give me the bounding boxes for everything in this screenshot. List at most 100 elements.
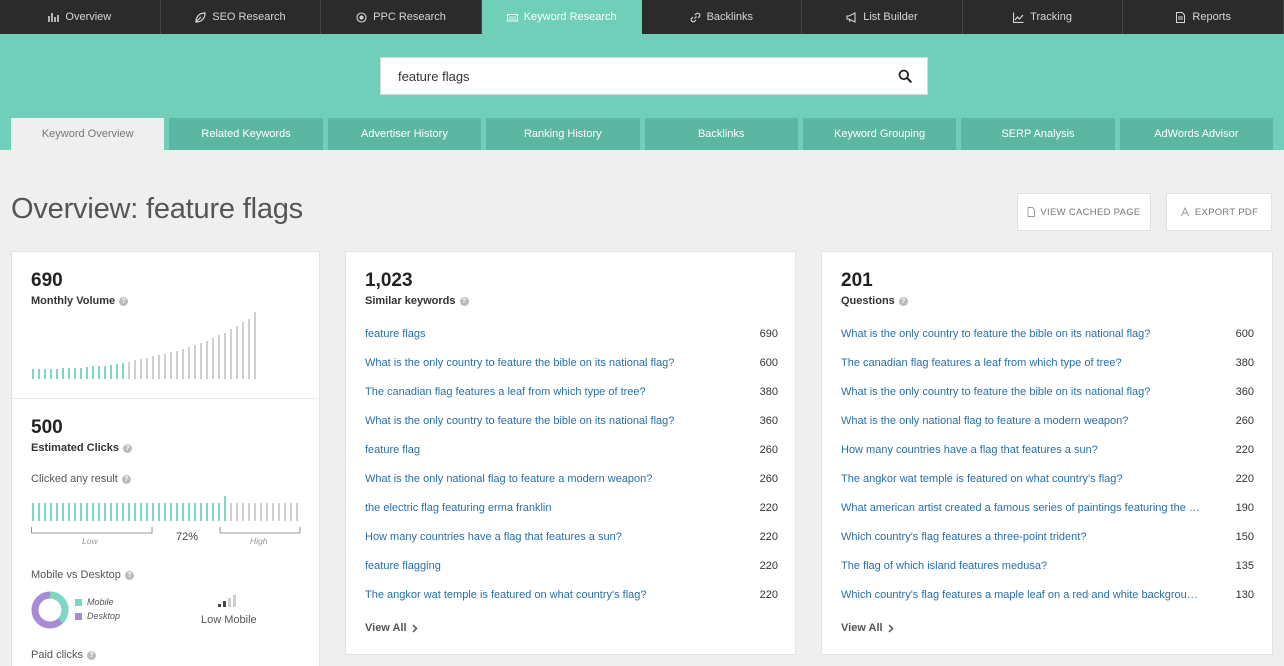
keyword-link[interactable]: the electric flag featuring erma frankli… <box>365 502 551 514</box>
keyword-link[interactable]: What american artist created a famous se… <box>841 502 1201 514</box>
nav-item-backlinks[interactable]: Backlinks <box>642 0 803 34</box>
nav-item-overview[interactable]: Overview <box>0 0 161 34</box>
nav-item-reports[interactable]: Reports <box>1123 0 1284 34</box>
tab-adwords-advisor[interactable]: AdWords Advisor <box>1119 118 1273 150</box>
keyword-link[interactable]: The flag of which island features medusa… <box>841 560 1047 572</box>
nav-item-tracking[interactable]: Tracking <box>963 0 1124 34</box>
tab-advertiser-history[interactable]: Advertiser History <box>327 118 482 150</box>
help-icon[interactable]: ? <box>86 650 96 660</box>
questions-count: 201 <box>841 270 873 291</box>
volume-bar <box>74 368 76 379</box>
tab-backlinks[interactable]: Backlinks <box>644 118 798 150</box>
view-all-label: View All <box>365 622 407 634</box>
volume-bar <box>158 355 160 379</box>
volume-bar <box>146 358 148 379</box>
keyword-link[interactable]: Which country's flag features a three-po… <box>841 531 1086 543</box>
volume-bar <box>242 322 244 379</box>
search-input[interactable] <box>381 58 883 94</box>
questions-heading: Questions ? <box>841 295 908 307</box>
view-cached-page-button[interactable]: VIEW CACHED PAGE <box>1017 193 1151 231</box>
keyword-link[interactable]: What is the only country to feature the … <box>365 357 674 369</box>
keyword-link[interactable]: feature flag <box>365 444 420 456</box>
monthly-volume-bars <box>32 312 260 379</box>
export-pdf-label: EXPORT PDF <box>1194 206 1259 218</box>
tab-serp-analysis[interactable]: SERP Analysis <box>961 118 1115 150</box>
export-pdf-button[interactable]: EXPORT PDF <box>1166 193 1272 231</box>
keyword-volume: 360 <box>759 414 778 427</box>
list-item: What is the only national flag to featur… <box>841 406 1254 435</box>
low-mobile-label: Low Mobile <box>201 614 257 626</box>
keyword-link[interactable]: The canadian flag features a leaf from w… <box>365 386 646 398</box>
keyword-link[interactable]: feature flags <box>365 328 426 340</box>
help-icon[interactable]: ? <box>119 296 129 306</box>
questions-card: 201 Questions ? What is the only country… <box>821 251 1273 655</box>
questions-header: 201 Questions ? <box>841 270 908 307</box>
volume-bar <box>206 341 208 379</box>
keyword-volume: 690 <box>759 327 778 340</box>
link-icon <box>690 12 701 23</box>
keyword-link[interactable]: feature flagging <box>365 560 441 572</box>
page-title: Overview: feature flags <box>11 193 303 225</box>
click-bar <box>80 503 82 521</box>
keyword-link[interactable]: What is the only national flag to featur… <box>841 415 1128 427</box>
legend-mobile-swatch <box>75 598 82 606</box>
similar-keywords-label: Similar keywords <box>365 295 456 307</box>
keyword-link[interactable]: What is the only country to feature the … <box>365 415 674 427</box>
keyword-volume: 220 <box>1235 472 1254 485</box>
search-button[interactable] <box>883 58 927 94</box>
volume-bar <box>56 369 58 379</box>
line-chart-icon <box>1013 12 1024 23</box>
questions-view-all-link[interactable]: View All <box>841 622 894 634</box>
similar-view-all-link[interactable]: View All <box>365 622 418 634</box>
keyword-link[interactable]: How many countries have a flag that feat… <box>365 531 622 543</box>
keyword-link[interactable]: The angkor wat temple is featured on wha… <box>365 589 647 601</box>
megaphone-icon <box>846 11 857 23</box>
volume-bar <box>164 354 166 379</box>
help-icon[interactable]: ? <box>898 296 908 306</box>
nav-item-label: Tracking <box>1030 11 1072 23</box>
help-icon[interactable]: ? <box>124 570 134 580</box>
tab-ranking-history[interactable]: Ranking History <box>486 118 640 150</box>
click-bar <box>284 503 286 521</box>
list-item: The canadian flag features a leaf from w… <box>365 377 778 406</box>
legend-desktop-label: Desktop <box>87 611 121 621</box>
keyword-volume: 260 <box>759 472 778 485</box>
legend-mobile: Mobile <box>75 597 114 607</box>
document-icon <box>1027 207 1036 217</box>
nav-item-ppc-research[interactable]: PPC Research <box>321 0 482 34</box>
keyword-link[interactable]: What is the only country to feature the … <box>841 328 1150 340</box>
click-bar <box>74 503 76 521</box>
estimated-clicks-section: 500 Estimated Clicks ? <box>31 417 133 454</box>
nav-item-keyword-research[interactable]: Keyword Research <box>481 0 642 34</box>
help-icon[interactable]: ? <box>121 474 131 484</box>
search-icon <box>898 69 912 83</box>
volume-bar <box>218 335 220 379</box>
keyword-link[interactable]: The angkor wat temple is featured on wha… <box>841 473 1123 485</box>
click-bar <box>236 503 238 521</box>
list-item: The flag of which island features medusa… <box>841 551 1254 580</box>
nav-item-list-builder[interactable]: List Builder <box>802 0 963 34</box>
keyword-volume: 380 <box>759 385 778 398</box>
help-icon[interactable]: ? <box>123 443 133 453</box>
search-box <box>380 57 928 95</box>
keyword-link[interactable]: Which country's flag features a maple le… <box>841 589 1201 601</box>
clicked-any-label: Clicked any result <box>31 473 118 485</box>
nav-item-seo-research[interactable]: SEO Research <box>161 0 322 34</box>
volume-bar <box>110 365 112 379</box>
tab-keyword-overview[interactable]: Keyword Overview <box>11 118 165 150</box>
click-bar <box>248 503 250 521</box>
tab-keyword-grouping[interactable]: Keyword Grouping <box>802 118 957 150</box>
keyword-link[interactable]: What is the only country to feature the … <box>841 386 1150 398</box>
keyword-link[interactable]: What is the only national flag to featur… <box>365 473 652 485</box>
keyword-link[interactable]: How many countries have a flag that feat… <box>841 444 1098 456</box>
click-bar <box>146 503 148 521</box>
list-item: The angkor wat temple is featured on wha… <box>841 464 1254 493</box>
nav-item-label: SEO Research <box>212 11 286 23</box>
click-bar <box>62 503 64 521</box>
help-icon[interactable]: ? <box>459 296 469 306</box>
nav-item-label: Overview <box>65 11 112 23</box>
keyword-link[interactable]: The canadian flag features a leaf from w… <box>841 357 1122 369</box>
click-bar <box>206 503 208 521</box>
volume-bar <box>80 368 82 379</box>
tab-related-keywords[interactable]: Related Keywords <box>169 118 323 150</box>
